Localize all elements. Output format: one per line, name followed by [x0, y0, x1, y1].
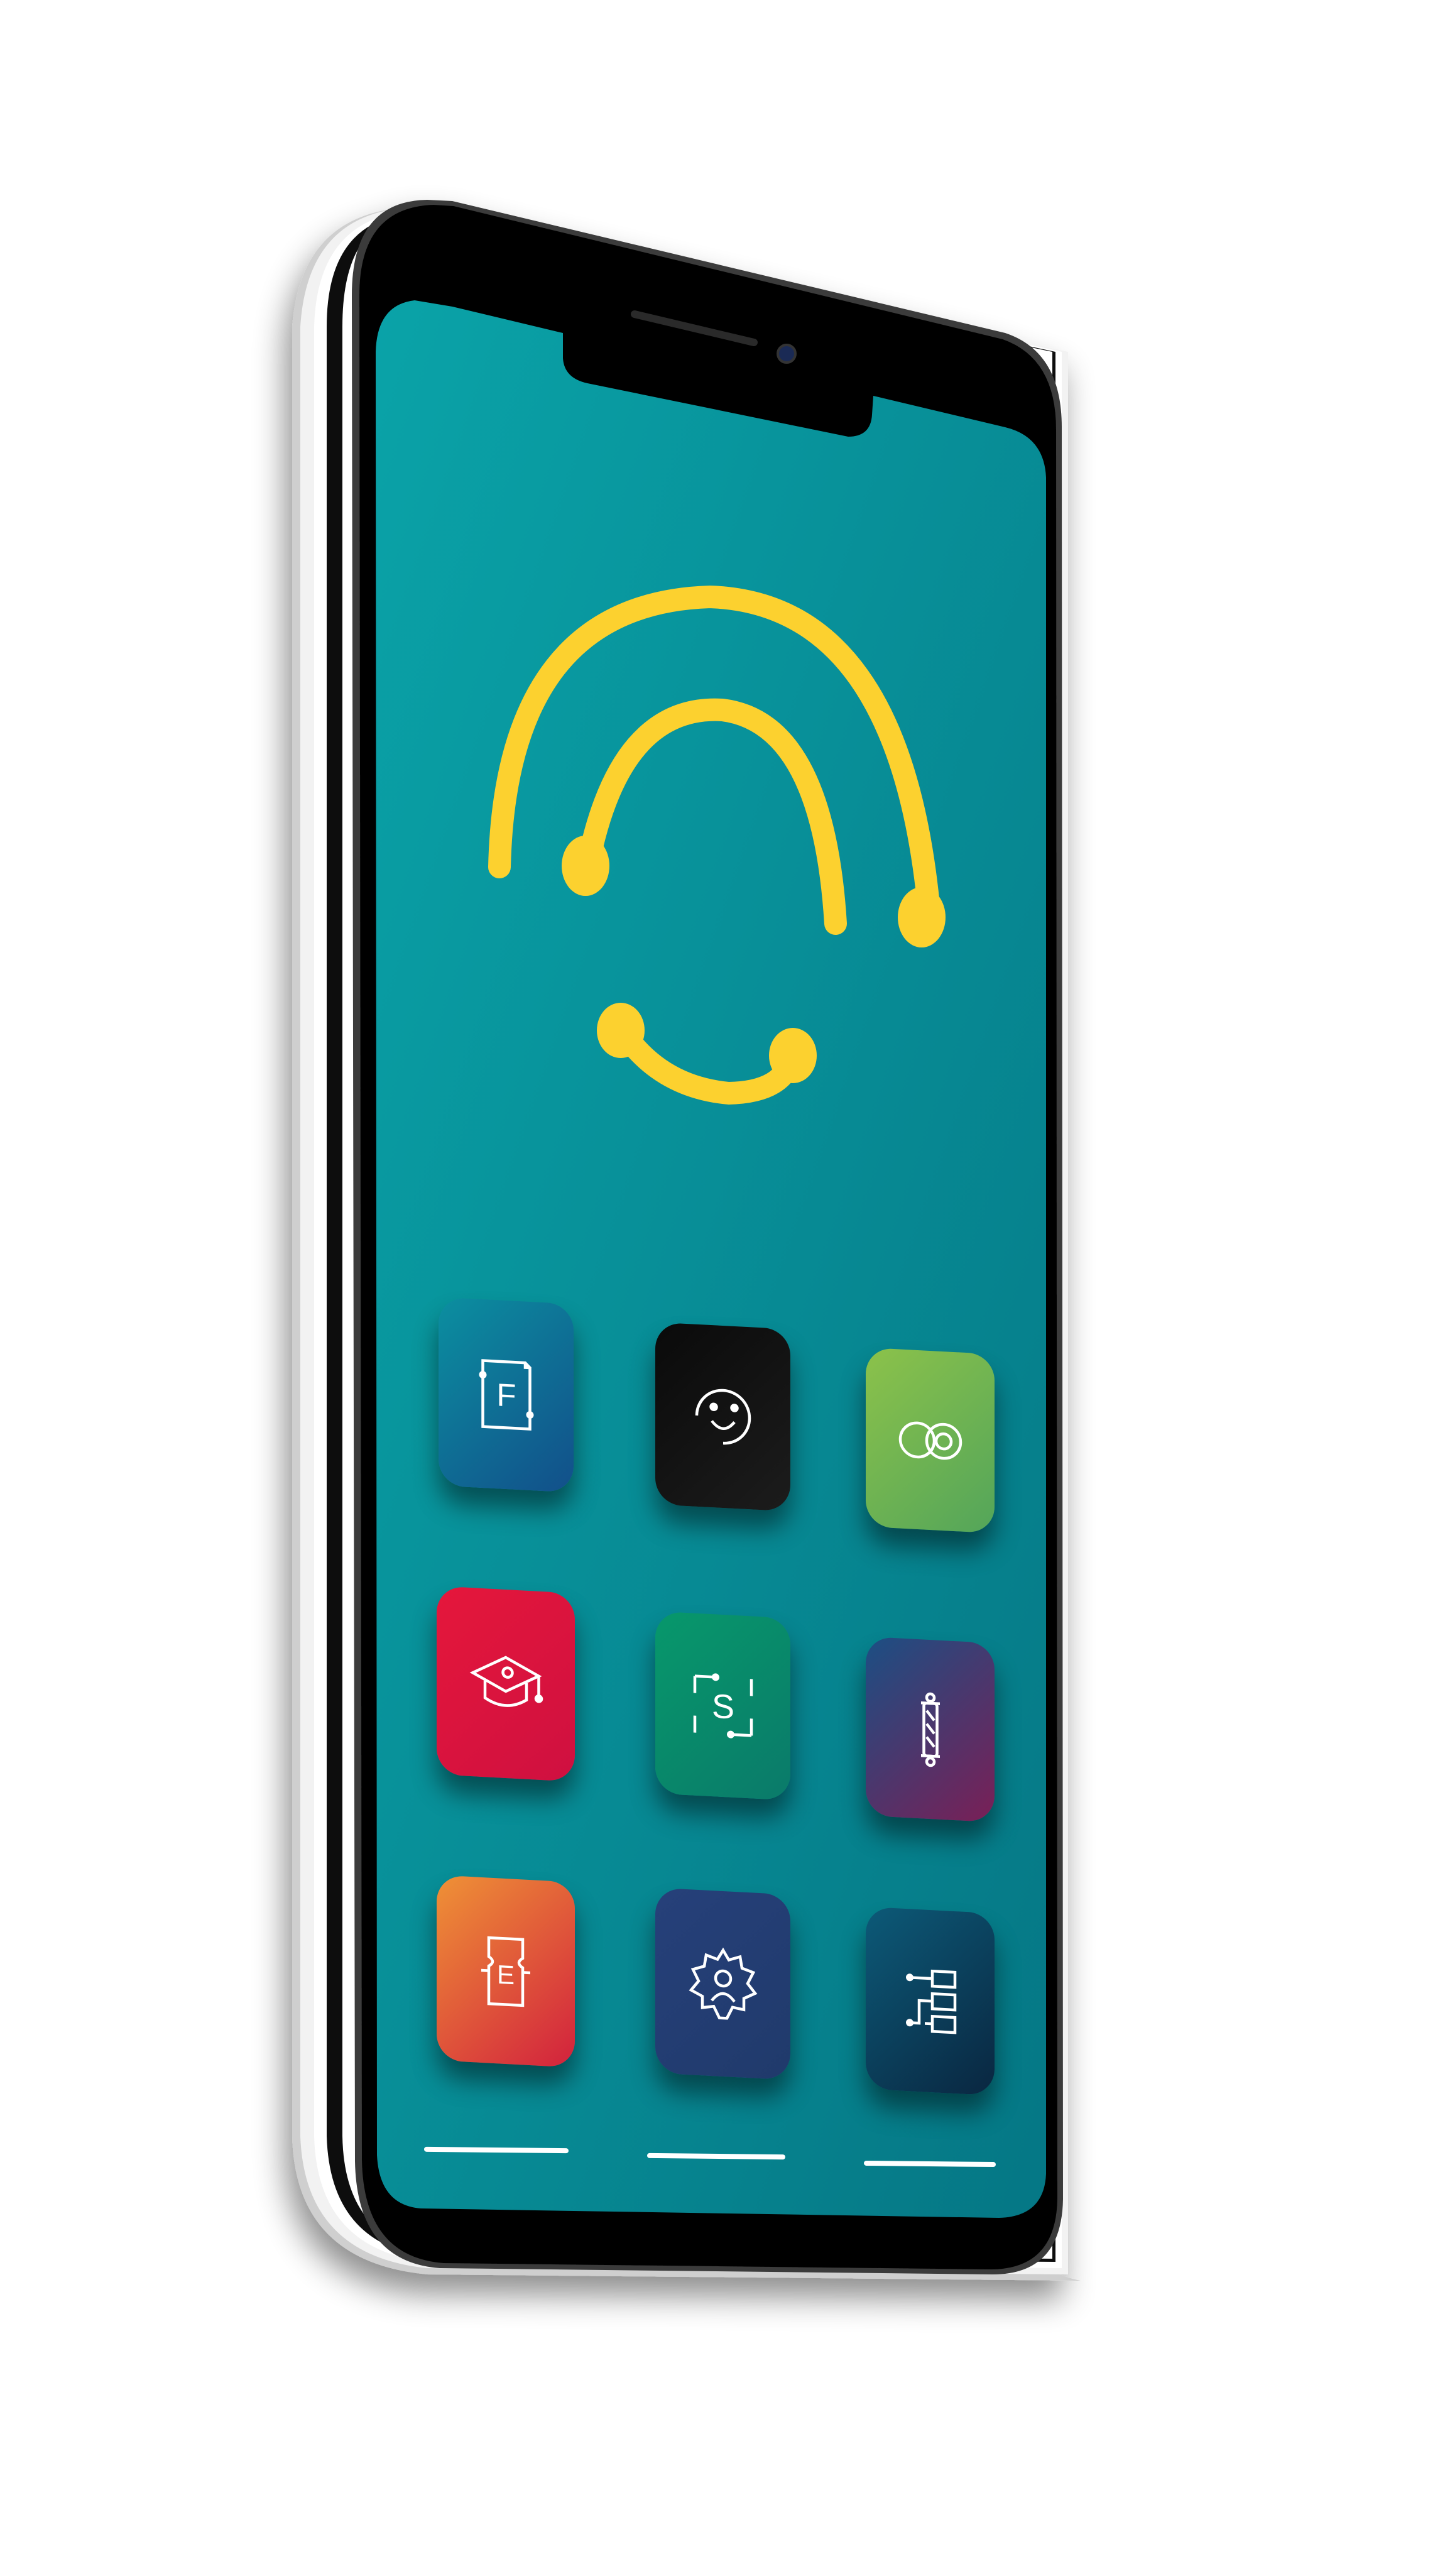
app-letter: F: [496, 1377, 516, 1414]
app-tile-5[interactable]: S: [655, 1611, 790, 1801]
app-tile-6[interactable]: [866, 1636, 995, 1823]
circle-swirl-icon: [695, 1389, 751, 1445]
circuit-s-icon: S: [693, 1673, 753, 1738]
barber-pole-icon: [920, 1692, 940, 1767]
app-tile-1[interactable]: F: [439, 1297, 574, 1493]
app-tile-8[interactable]: [655, 1887, 790, 2080]
circuit-blocks-icon: [905, 1969, 956, 2034]
phone-mockup: F S E: [0, 0, 1445, 2576]
front-camera: [777, 344, 797, 364]
app-tile-2[interactable]: [655, 1322, 790, 1512]
app-letter: S: [711, 1688, 734, 1727]
app-tile-7[interactable]: E: [437, 1875, 575, 2068]
document-f-icon: F: [479, 1359, 533, 1431]
gear-person-icon: [689, 1947, 757, 2020]
app-tile-3[interactable]: [866, 1347, 995, 1534]
ticket-e-icon: E: [481, 1936, 530, 2007]
app-tile-9[interactable]: [866, 1906, 995, 2096]
app-letter: E: [497, 1959, 515, 1989]
graduation-cap-icon: [469, 1656, 543, 1707]
infinity-loop-icon: [898, 1421, 962, 1460]
app-tile-4[interactable]: [437, 1586, 575, 1782]
phone-device: [292, 200, 1081, 2281]
